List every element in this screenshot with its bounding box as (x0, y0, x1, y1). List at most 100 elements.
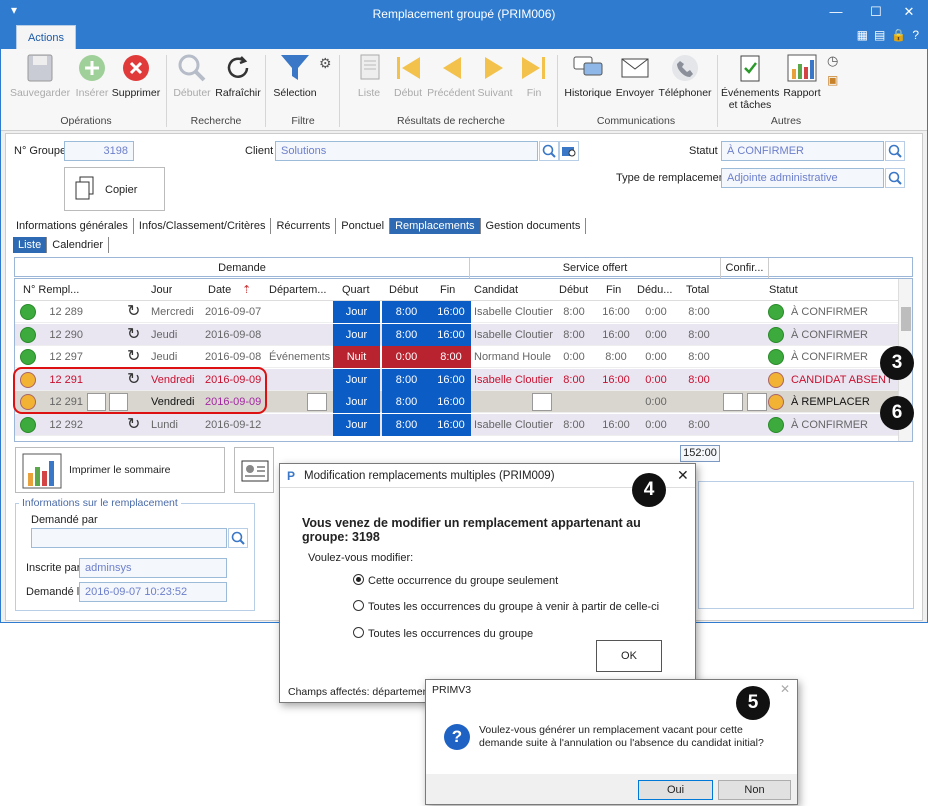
refresh-button[interactable]: Rafraîchir (215, 53, 261, 99)
callout-badge-4: 4 (632, 473, 666, 507)
col-total[interactable]: Total (686, 279, 709, 301)
cell-statut[interactable]: À CONFIRMER (791, 324, 901, 346)
previous-button[interactable]: Précédent (427, 53, 475, 99)
cell-statut[interactable]: À CONFIRMER (791, 301, 901, 323)
delete-button[interactable]: Supprimer (111, 53, 161, 99)
yes-button[interactable]: Oui (638, 780, 713, 800)
dialog-title: Modification remplacements multiples (PR… (304, 470, 555, 482)
tab-documents[interactable]: Gestion documents (481, 218, 587, 234)
option-this-occurrence[interactable]: Cette occurrence du groupe seulement (353, 574, 558, 587)
col-status[interactable]: Statut (769, 279, 798, 301)
search-icon (231, 531, 245, 545)
client-open-button[interactable] (559, 141, 579, 161)
next-button[interactable]: Suivant (475, 53, 515, 99)
cell-total: 8:00 (688, 306, 710, 318)
recurrence-icon: ↻ (127, 303, 141, 320)
client-field[interactable]: Solutions (275, 141, 538, 161)
send-button[interactable]: Envoyer (615, 53, 655, 99)
subtab-list[interactable]: Liste (13, 237, 48, 253)
tab-actions[interactable]: Actions (16, 25, 76, 49)
col-num[interactable]: N° Rempl... (23, 279, 79, 301)
close-icon[interactable]: ✕ (677, 467, 689, 484)
envelope-icon[interactable] (747, 393, 767, 411)
id-card-button[interactable] (234, 447, 274, 493)
tab-recurrent[interactable]: Récurrents (271, 218, 337, 234)
cell-candidat[interactable]: Normand Houle (474, 346, 564, 368)
cell-candidat[interactable]: Isabelle Cloutier (474, 301, 564, 323)
selection-button[interactable]: Sélection (269, 53, 321, 99)
lock-icon[interactable]: 🔒 (891, 28, 906, 42)
phone-button[interactable]: Téléphoner (657, 53, 713, 99)
print-summary-button[interactable]: Imprimer le sommaire (15, 447, 225, 493)
scrollbar-thumb[interactable] (901, 307, 911, 331)
col-candidate[interactable]: Candidat (474, 279, 518, 301)
dept-search-icon[interactable] (307, 393, 327, 411)
tab-classification[interactable]: Infos/Classement/Critères (134, 218, 272, 234)
status-field[interactable]: À CONFIRMER (721, 141, 884, 161)
type-field[interactable]: Adjointe administrative (721, 168, 884, 188)
col-deduction[interactable]: Dédu... (637, 279, 672, 301)
briefcase-icon[interactable]: ▣ (827, 73, 838, 87)
history-button[interactable]: Historique (563, 53, 613, 99)
col-department[interactable]: Départem... (269, 279, 326, 301)
tab-general-info[interactable]: Informations générales (11, 218, 134, 234)
table-row[interactable]: ↻ 12 289 Mercredi 2016-09-07 Jour 8:00 16:00 Is… (15, 301, 912, 323)
maximize-icon[interactable]: ☐ (861, 4, 891, 20)
table-row[interactable]: ↻ 12 290 Jeudi 2016-09-08 Jour 8:00 16:00 Isabe… (15, 323, 912, 346)
cell-candidat[interactable]: Isabelle Cloutier (474, 414, 564, 436)
status-search-button[interactable] (885, 141, 905, 161)
first-icon (392, 53, 424, 83)
first-button[interactable]: Début (389, 53, 427, 99)
option-all-occurrences[interactable]: Toutes les occurrences du groupe (353, 627, 533, 640)
copy-button[interactable]: Copier (64, 167, 165, 211)
type-search-button[interactable] (885, 168, 905, 188)
entered-by-field[interactable]: adminsys (79, 558, 227, 578)
col-service-start[interactable]: Début (559, 279, 588, 301)
requested-by-search-button[interactable] (228, 528, 248, 548)
close-icon[interactable]: ✕ (780, 682, 790, 696)
ok-button[interactable]: OK (596, 640, 662, 672)
start-button[interactable]: Débuter (171, 53, 213, 99)
notes-area[interactable] (698, 481, 914, 609)
help-icon[interactable]: ? (912, 28, 919, 42)
sort-icon[interactable]: ⇡ (242, 279, 251, 301)
events-button[interactable]: Événements et tâches (721, 53, 779, 111)
col-day[interactable]: Jour (151, 279, 172, 301)
option-future-occurrences[interactable]: Toutes les occurrences du groupe à venir… (353, 600, 659, 613)
minimize-icon[interactable]: — (821, 4, 851, 19)
cell-sfin: 16:00 (602, 306, 630, 318)
clock-icon[interactable]: ◷ (827, 53, 838, 69)
tab-replacements[interactable]: Remplacements (390, 218, 481, 234)
subtab-calendar[interactable]: Calendrier (47, 237, 109, 253)
col-date[interactable]: Date (208, 279, 231, 301)
tab-ponctuel[interactable]: Ponctuel (336, 218, 391, 234)
list-button[interactable]: Liste (351, 53, 387, 99)
report-button[interactable]: Rapport (781, 53, 823, 99)
close-icon[interactable]: ✕ (894, 4, 924, 20)
save-button[interactable]: Sauvegarder (9, 53, 71, 99)
calendar-icon[interactable]: ▤ (874, 28, 885, 42)
cell-candidat[interactable]: Isabelle Cloutier (474, 324, 564, 346)
requested-by-field[interactable] (31, 528, 227, 548)
group-number-field[interactable]: 3198 (64, 141, 134, 161)
phone-icon (669, 53, 701, 83)
last-button[interactable]: Fin (515, 53, 553, 99)
bar-chart-icon (22, 453, 62, 489)
calculator-icon[interactable]: ▦ (857, 28, 868, 42)
requested-on-field[interactable]: 2016-09-07 10:23:52 (79, 582, 227, 602)
client-search-button[interactable] (539, 141, 559, 161)
group-label: N° Groupe (14, 145, 67, 157)
no-button[interactable]: Non (718, 780, 791, 800)
table-row[interactable]: ↻ 12 297 Jeudi 2016-09-08 Événements Nuit 0:00… (15, 346, 912, 368)
col-start[interactable]: Début (389, 279, 418, 301)
col-service-end[interactable]: Fin (606, 279, 621, 301)
table-row[interactable]: ↻ 12 292 Lundi 2016-09-12 Jour 8:00 16:00 Isabe… (15, 413, 912, 436)
col-end[interactable]: Fin (440, 279, 455, 301)
cell-candidat[interactable]: Isabelle Cloutier (474, 369, 564, 391)
settings-gear-icon[interactable]: ⚙ (319, 55, 332, 72)
cell-total (678, 391, 720, 413)
envelope-icon[interactable] (723, 393, 743, 411)
col-shift[interactable]: Quart (342, 279, 370, 301)
candidate-search-icon[interactable] (532, 393, 552, 411)
insert-button[interactable]: Insérer (73, 53, 111, 99)
